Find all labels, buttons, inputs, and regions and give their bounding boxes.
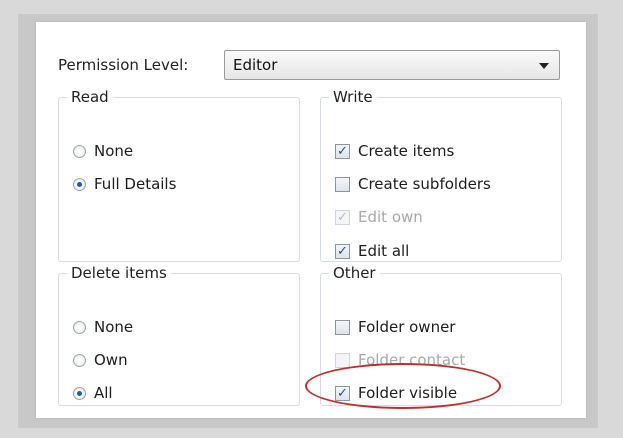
create-items-option[interactable]: ✓ Create items (335, 140, 454, 162)
dropdown-arrow-icon[interactable] (539, 63, 549, 69)
create-subfolders-label: Create subfolders (358, 175, 491, 193)
edit-all-checkbox[interactable]: ✓ (335, 243, 350, 259)
delete-all-option[interactable]: All (73, 382, 113, 404)
read-full-details-label: Full Details (94, 175, 177, 193)
delete-items-legend: Delete items (71, 264, 167, 282)
other-legend: Other (333, 264, 376, 282)
edit-own-label: Edit own (358, 208, 423, 226)
permission-level-value: Editor (233, 56, 278, 74)
read-none-option[interactable]: None (73, 140, 133, 162)
permission-level-row: Permission Level: Editor (58, 50, 568, 80)
read-legend: Read (71, 88, 109, 106)
create-items-checkbox[interactable]: ✓ (335, 143, 350, 159)
delete-own-label: Own (94, 351, 128, 369)
delete-all-label: All (94, 384, 113, 402)
folder-contact-checkbox (335, 352, 350, 368)
read-full-details-option[interactable]: Full Details (73, 173, 176, 195)
write-legend: Write (333, 88, 373, 106)
delete-none-radio[interactable] (73, 320, 86, 334)
delete-items-group: Delete items None Own All (58, 264, 300, 406)
read-full-details-radio[interactable] (73, 177, 86, 191)
folder-visible-highlight-oval (305, 363, 501, 409)
edit-all-label: Edit all (358, 242, 410, 260)
permission-level-label: Permission Level: (58, 56, 189, 74)
permissions-panel: Permission Level: Editor Read None Full … (36, 22, 586, 418)
edit-all-option[interactable]: ✓ Edit all (335, 240, 409, 262)
delete-none-label: None (94, 318, 134, 336)
delete-all-radio[interactable] (73, 386, 86, 400)
read-none-label: None (94, 142, 134, 160)
write-group: Write ✓ Create items Create subfolders ✓… (320, 88, 562, 262)
read-none-radio[interactable] (73, 144, 86, 158)
delete-none-option[interactable]: None (73, 316, 133, 338)
create-items-label: Create items (358, 142, 455, 160)
folder-owner-checkbox[interactable] (335, 319, 350, 335)
edit-own-option: ✓ Edit own (335, 206, 423, 228)
folder-owner-option[interactable]: Folder owner (335, 316, 455, 338)
edit-own-checkbox: ✓ (335, 209, 350, 225)
delete-own-radio[interactable] (73, 353, 86, 367)
create-subfolders-checkbox[interactable] (335, 176, 350, 192)
read-group: Read None Full Details (58, 88, 300, 262)
delete-own-option[interactable]: Own (73, 349, 128, 371)
permission-level-dropdown[interactable]: Editor (224, 50, 560, 80)
folder-owner-label: Folder owner (358, 318, 456, 336)
create-subfolders-option[interactable]: Create subfolders (335, 173, 491, 195)
